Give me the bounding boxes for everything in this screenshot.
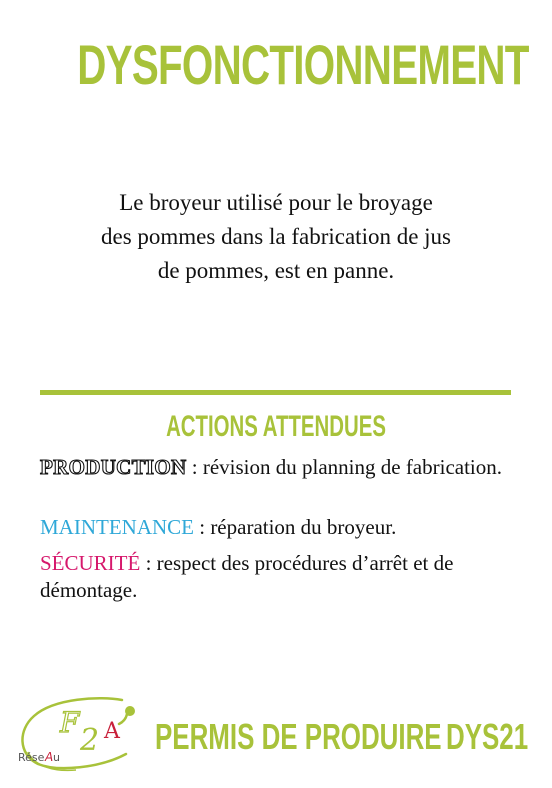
dysfunction-description: Le broyeur utilisé pour le broyage des p… (40, 186, 512, 288)
action-label-securite: SÉCURITÉ (40, 551, 141, 575)
action-maintenance: MAINTENANCE : réparation du broyeur. (40, 514, 512, 541)
f2a-logo-icon: F 2 A Rése A u (18, 697, 135, 772)
action-text-maintenance: : réparation du broyeur. (193, 515, 397, 539)
svg-text:A: A (103, 719, 121, 744)
description-line: de pommes, est en panne. (157, 258, 395, 283)
footer-title: PERMIS DE PRODUIRE (155, 716, 442, 757)
svg-text:A: A (44, 750, 53, 764)
action-securite: SÉCURITÉ : respect des procédures d’arrê… (40, 550, 512, 604)
description-line: des pommes dans la fabrication de jus (100, 224, 452, 249)
action-text-production: : révision du planning de fabrication. (186, 455, 503, 479)
description-line: Le broyeur utilisé pour le broyage (119, 190, 433, 215)
svg-text:u: u (53, 751, 60, 764)
action-production: PRODUCTION : révision du planning de fab… (39, 454, 512, 481)
svg-text:Rése: Rése (18, 751, 45, 764)
section-divider (40, 390, 511, 395)
card-title: DYSFONCTIONNEMENT (77, 33, 529, 96)
svg-text:F: F (59, 706, 81, 739)
actions-heading: ACTIONS ATTENDUES (166, 410, 386, 443)
card-code: DYS21 (446, 716, 529, 757)
svg-text:2: 2 (79, 723, 99, 758)
f2a-reseau-logo: F 2 A Rése A u (14, 692, 146, 772)
action-label-production: PRODUCTION (39, 454, 187, 479)
action-label-maintenance: MAINTENANCE (40, 515, 194, 539)
